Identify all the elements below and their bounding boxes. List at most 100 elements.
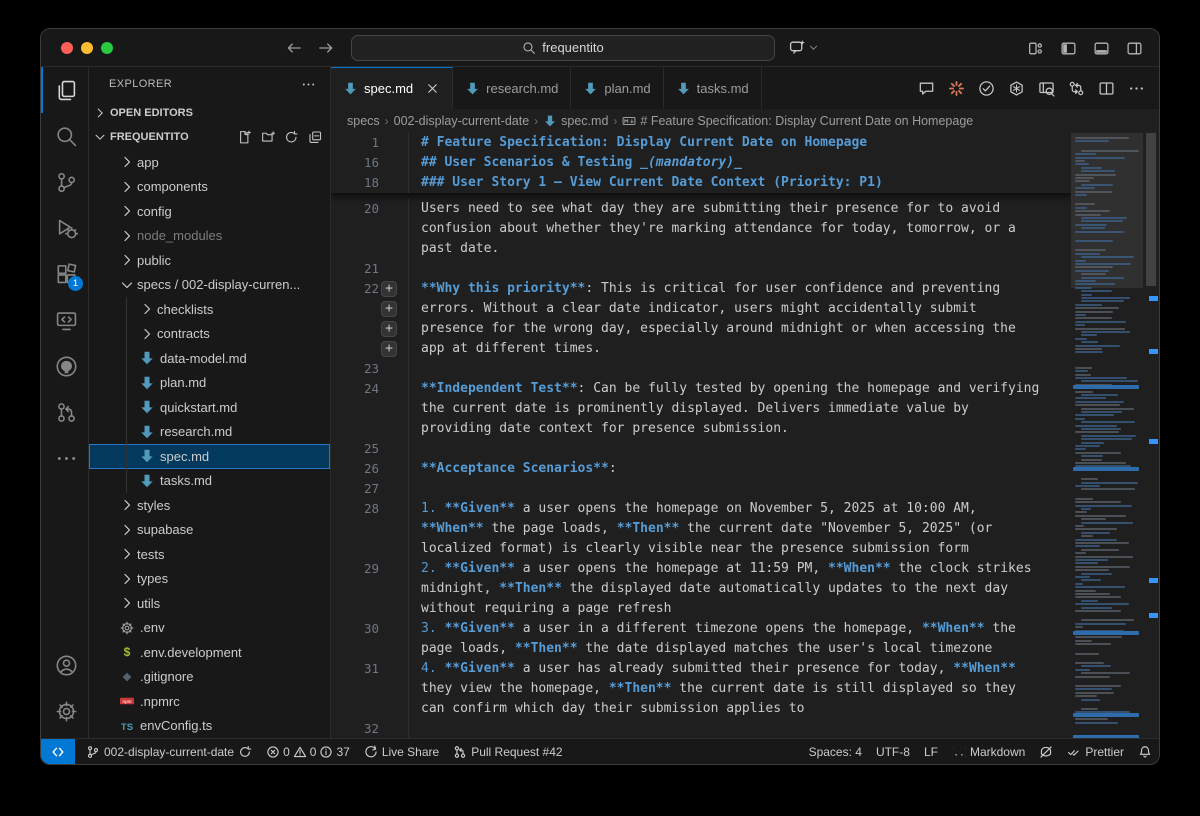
- tree-folder-types[interactable]: types: [89, 567, 330, 592]
- status-encoding[interactable]: UTF-8: [869, 739, 917, 764]
- editor-line[interactable]: 292. **Given** a user opens the homepage…: [331, 559, 1071, 579]
- back-icon[interactable]: [285, 39, 303, 57]
- check-circle-icon[interactable]: [978, 80, 995, 97]
- status-eol[interactable]: LF: [917, 739, 945, 764]
- tree-folder-supabase[interactable]: supabase: [89, 518, 330, 543]
- split-editor-icon[interactable]: [1098, 80, 1115, 97]
- tree-folder-tests[interactable]: tests: [89, 542, 330, 567]
- editor-line[interactable]: 23: [331, 359, 1071, 379]
- more-h-icon[interactable]: [1128, 80, 1145, 97]
- status-problems[interactable]: 0037: [259, 739, 357, 764]
- tree-folder-node-modules[interactable]: node_modules: [89, 224, 330, 249]
- editor-line[interactable]: 20Users need to see what day they are su…: [331, 199, 1071, 219]
- editor-line[interactable]: 24**Independent Test**: Can be fully tes…: [331, 379, 1071, 399]
- status-copilot[interactable]: [1032, 739, 1060, 764]
- openai-icon[interactable]: [1008, 80, 1025, 97]
- tab-spec-md[interactable]: spec.md: [331, 67, 453, 109]
- open-preview-icon[interactable]: [1038, 80, 1055, 97]
- activity-item-settings[interactable]: [41, 688, 89, 734]
- vertical-scrollbar[interactable]: [1143, 133, 1159, 738]
- compare-icon[interactable]: [1068, 80, 1085, 97]
- add-comment-button[interactable]: +: [381, 321, 397, 337]
- activity-item-run-debug[interactable]: [41, 205, 89, 251]
- tree-file-quickstart.md[interactable]: quickstart.md: [89, 395, 330, 420]
- tree-file-research.md[interactable]: research.md: [89, 420, 330, 445]
- minimap[interactable]: [1071, 133, 1143, 738]
- editor-line[interactable]: 25: [331, 439, 1071, 459]
- add-comment-button[interactable]: +: [381, 281, 397, 297]
- editor-line[interactable]: 32: [331, 719, 1071, 738]
- editor-line[interactable]: 303. **Given** a user in a different tim…: [331, 619, 1071, 639]
- close-window-button[interactable]: [61, 42, 73, 54]
- open-editors-section[interactable]: OPEN EDITORS: [89, 101, 330, 124]
- scrollbar-thumb[interactable]: [1146, 133, 1156, 286]
- activity-item-explorer[interactable]: [41, 67, 89, 113]
- editor-line[interactable]: +errors. Without a clear date indicator,…: [331, 299, 1071, 319]
- status-live-share[interactable]: Live Share: [357, 739, 446, 764]
- add-comment-button[interactable]: +: [381, 341, 397, 357]
- tree-file-.env.development[interactable]: $.env.development: [89, 640, 330, 665]
- breadcrumb-item[interactable]: specs: [347, 114, 380, 128]
- status-remote[interactable]: [41, 739, 75, 764]
- layout-customize-icon[interactable]: [1027, 40, 1044, 57]
- tree-file-spec.md[interactable]: spec.md: [89, 444, 330, 469]
- tree-folder-app[interactable]: app: [89, 150, 330, 175]
- comment-icon[interactable]: [918, 80, 935, 97]
- tree-file-.env[interactable]: .env: [89, 616, 330, 641]
- tree-file-plan.md[interactable]: plan.md: [89, 371, 330, 396]
- tree-file-data-model.md[interactable]: data-model.md: [89, 346, 330, 371]
- tree-file-.npmrc[interactable]: npm.npmrc: [89, 689, 330, 714]
- tree-folder-specs-002-display-curren...[interactable]: specs / 002-display-curren...: [89, 273, 330, 298]
- activity-item-more[interactable]: [41, 435, 89, 481]
- activity-item-remote-explorer[interactable]: [41, 297, 89, 343]
- tree-folder-public[interactable]: public: [89, 248, 330, 273]
- editor-line[interactable]: **When** the page loads, **Then** the cu…: [331, 519, 1071, 539]
- breadcrumb-item[interactable]: spec.md: [543, 114, 608, 128]
- tree-file-.gitignore[interactable]: .gitignore: [89, 665, 330, 690]
- zoom-window-button[interactable]: [101, 42, 113, 54]
- claude-icon[interactable]: [948, 80, 965, 97]
- editor-line[interactable]: page loads, **Then** the date displayed …: [331, 639, 1071, 659]
- status-pull-request[interactable]: Pull Request #42: [446, 739, 569, 764]
- activity-item-accounts[interactable]: [41, 642, 89, 688]
- copilot-menu-button[interactable]: [789, 39, 819, 56]
- editor-line[interactable]: 27: [331, 479, 1071, 499]
- minimize-window-button[interactable]: [81, 42, 93, 54]
- panel-left-icon[interactable]: [1060, 40, 1077, 57]
- editor-line[interactable]: confusion about whether they're marking …: [331, 219, 1071, 239]
- activity-item-extensions[interactable]: 1: [41, 251, 89, 297]
- activity-item-pull-requests[interactable]: [41, 389, 89, 435]
- tree-file-envconfig.ts[interactable]: TSenvConfig.ts: [89, 714, 330, 739]
- editor-line[interactable]: midnight, **Then** the displayed date au…: [331, 579, 1071, 599]
- activity-item-source-control[interactable]: [41, 159, 89, 205]
- tree-folder-components[interactable]: components: [89, 175, 330, 200]
- breadcrumb-item[interactable]: 002-display-current-date: [394, 114, 530, 128]
- editor-line[interactable]: they view the homepage, **Then** the cur…: [331, 679, 1071, 699]
- editor-line[interactable]: past date.: [331, 239, 1071, 259]
- editor-line[interactable]: 281. **Given** a user opens the homepage…: [331, 499, 1071, 519]
- new-file-icon[interactable]: [237, 130, 252, 145]
- close-icon[interactable]: [425, 81, 440, 96]
- status-branch[interactable]: 002-display-current-date: [79, 739, 259, 764]
- status-notifications[interactable]: [1131, 739, 1159, 764]
- status-formatter[interactable]: Prettier: [1060, 739, 1131, 764]
- status-indentation[interactable]: Spaces: 4: [802, 739, 869, 764]
- editor-line[interactable]: 26**Acceptance Scenarios**:: [331, 459, 1071, 479]
- editor-content[interactable]: 20Users need to see what day they are su…: [331, 199, 1071, 738]
- sidebar-more-icon[interactable]: [301, 77, 316, 92]
- editor-line[interactable]: can confirm which day their submission a…: [331, 699, 1071, 719]
- tree-folder-utils[interactable]: utils: [89, 591, 330, 616]
- tree-file-tasks.md[interactable]: tasks.md: [89, 469, 330, 494]
- refresh-icon[interactable]: [284, 130, 299, 145]
- breadcrumb-item[interactable]: # Feature Specification: Display Current…: [622, 114, 973, 128]
- forward-icon[interactable]: [317, 39, 335, 57]
- command-center-search[interactable]: frequentito: [351, 35, 775, 61]
- workspace-section[interactable]: FREQUENTITO: [89, 124, 330, 150]
- editor-line[interactable]: 21: [331, 259, 1071, 279]
- tab-plan-md[interactable]: plan.md: [571, 67, 663, 109]
- activity-item-search[interactable]: [41, 113, 89, 159]
- tab-tasks-md[interactable]: tasks.md: [664, 67, 762, 109]
- add-comment-button[interactable]: +: [381, 301, 397, 317]
- tree-folder-contracts[interactable]: contracts: [89, 322, 330, 347]
- tab-research-md[interactable]: research.md: [453, 67, 571, 109]
